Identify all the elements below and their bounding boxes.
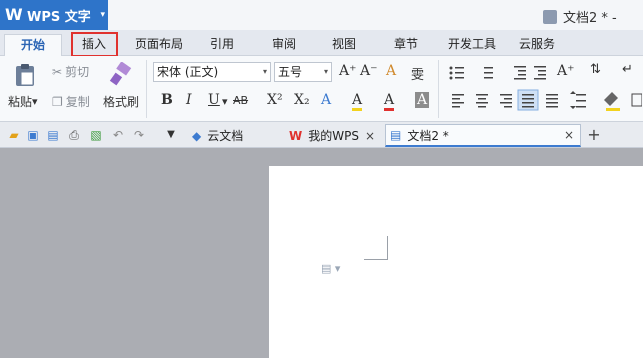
paste-icon[interactable] <box>12 62 38 88</box>
superscript-button[interactable]: X² <box>267 92 283 108</box>
chevron-down-icon[interactable]: ▾ <box>222 95 228 108</box>
print-preview-icon[interactable]: ▧ <box>88 127 104 143</box>
phonetic-guide-button[interactable]: 雯 <box>411 64 424 83</box>
print-icon[interactable]: ⎙ <box>66 127 82 143</box>
distributed-align-icon <box>546 94 558 108</box>
tab-home[interactable]: 开始 <box>4 34 62 56</box>
document-icon: ▤ <box>390 128 402 142</box>
increase-indent-icon <box>534 66 546 80</box>
paste-options-icon[interactable]: ▤ ▾ <box>321 262 340 275</box>
align-center-icon <box>476 94 488 108</box>
cube-icon: ◆ <box>192 128 202 143</box>
tab-review[interactable]: 审阅 <box>262 34 306 56</box>
close-icon[interactable]: × <box>365 129 375 143</box>
app-name: WPS 文字 <box>27 9 91 25</box>
paragraph-group <box>449 66 642 111</box>
tab-view[interactable]: 视图 <box>322 34 366 56</box>
quick-access-bar: ▰ ▣ ▤ ⎙ ▧ ↶ ↷ ▼ ◆ 云文档 W 我的WPS × ▤ 文档2 * … <box>0 122 643 148</box>
cut-button[interactable]: ✂ 剪切 <box>52 63 89 80</box>
numbered-list-icon <box>484 67 493 79</box>
shading-icon <box>604 92 620 111</box>
undo-icon[interactable]: ↶ <box>110 127 126 143</box>
bold-button[interactable]: B <box>161 92 173 108</box>
tab-chapter[interactable]: 章节 <box>384 34 428 56</box>
wps-logo-icon: W <box>289 128 303 143</box>
close-icon[interactable]: × <box>564 128 574 142</box>
tab-cloud-service[interactable]: 云服务 <box>512 34 562 56</box>
char-shading-button[interactable]: A <box>415 92 430 108</box>
insert-tab-highlight <box>71 32 118 57</box>
bullet-list-icon <box>449 66 464 80</box>
tab-page-layout[interactable]: 页面布局 <box>128 34 190 56</box>
document-icon <box>543 9 557 24</box>
chevron-down-icon: ▾ <box>100 10 105 20</box>
grow-font-button[interactable]: A⁺ <box>339 63 357 79</box>
group-divider <box>438 60 439 118</box>
underline-button[interactable]: U <box>208 92 220 108</box>
highlight-color-button[interactable]: A <box>352 92 363 111</box>
format-painter-button[interactable]: 格式刷 <box>103 93 139 110</box>
italic-button[interactable]: I <box>186 92 192 108</box>
font-family-select[interactable]: 宋体 (正文) ▾ <box>153 62 271 82</box>
new-tab-button[interactable]: + <box>586 127 602 143</box>
paste-button[interactable]: 粘贴 ▾ <box>8 93 38 110</box>
shrink-font-button[interactable]: A⁻ <box>360 63 378 79</box>
chevron-down-icon: ▾ <box>323 67 328 76</box>
decrease-indent-icon <box>514 66 526 80</box>
sort-icon[interactable]: ⇅ <box>590 62 601 77</box>
doc-tab-document2[interactable]: ▤ 文档2 * × <box>385 124 581 147</box>
clear-format-button[interactable]: A <box>386 63 396 79</box>
group-divider <box>146 60 147 118</box>
text-size-button[interactable]: A⁺ <box>557 63 575 79</box>
document-workspace: ▤ ▾ <box>0 148 643 358</box>
text-effect-button[interactable]: A <box>321 92 331 108</box>
document-page[interactable]: ▤ ▾ <box>269 166 643 358</box>
align-right-icon <box>500 94 512 108</box>
window-title: 文档2 * - <box>543 7 617 26</box>
font-size-select[interactable]: 五号 ▾ <box>274 62 332 82</box>
doc-tab-mywps[interactable]: W 我的WPS × <box>285 124 381 147</box>
line-spacing-icon <box>570 91 586 109</box>
open-folder-icon[interactable]: ▰ <box>6 127 22 143</box>
copy-icon: ❐ <box>52 94 63 109</box>
font-color-button[interactable]: A <box>384 92 395 111</box>
chevron-down-icon: ▾ <box>262 67 267 76</box>
show-marks-icon[interactable]: ↵ <box>622 62 633 77</box>
align-left-icon <box>452 94 464 108</box>
ribbon: 粘贴 ▾ ✂ 剪切 ❐ 复制 格式刷 宋体 (正文) ▾ 五号 ▾ A⁺ A⁻ A 雯… <box>0 56 643 122</box>
margin-corner-mark <box>364 236 388 260</box>
doc-tab-cloud[interactable]: ◆ 云文档 <box>188 124 280 147</box>
subscript-button[interactable]: X₂ <box>294 92 310 108</box>
customize-toolbar-icon[interactable]: ▼ <box>163 127 179 143</box>
save-icon[interactable]: ▣ <box>25 127 41 143</box>
tab-references[interactable]: 引用 <box>200 34 244 56</box>
copy-button[interactable]: ❐ 复制 <box>52 93 90 110</box>
format-painter-icon[interactable] <box>108 62 134 86</box>
export-pdf-icon[interactable]: ▤ <box>45 127 61 143</box>
title-bar: W WPS 文字 ▾ 文档2 * - <box>0 0 643 30</box>
redo-icon[interactable]: ↷ <box>131 127 147 143</box>
border-icon <box>631 93 642 107</box>
tab-developer[interactable]: 开发工具 <box>442 34 502 56</box>
strikethrough-button[interactable]: AB <box>233 94 248 107</box>
scissors-icon: ✂ <box>52 64 63 79</box>
wps-logo-icon: W <box>5 5 23 24</box>
app-menu-button[interactable]: W WPS 文字 ▾ <box>0 0 108 30</box>
